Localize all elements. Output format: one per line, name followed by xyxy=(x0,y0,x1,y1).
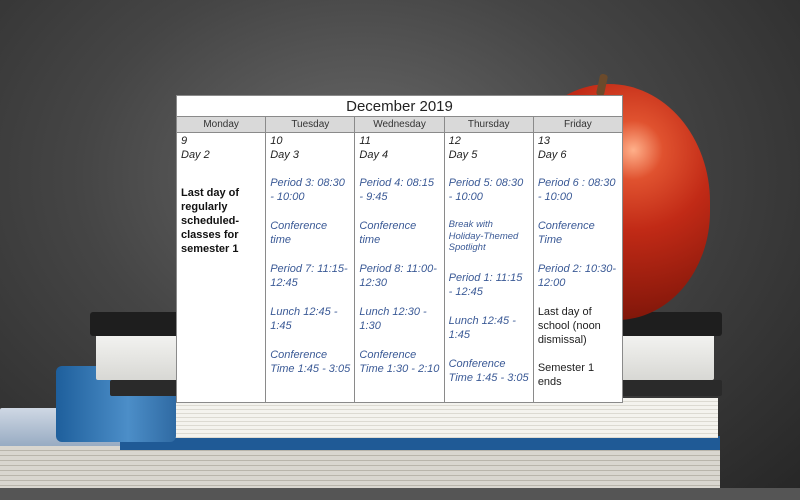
calendar-body: 9 Day 2 Last day of regularly scheduled-… xyxy=(177,133,622,403)
schedule-entry: Period 1: 11:15 - 12:45 xyxy=(448,271,523,298)
schedule-entry: Break with Holiday-Themed Spotlight xyxy=(448,219,519,253)
schedule-entry: Lunch 12:45 - 1:45 xyxy=(270,306,338,332)
schedule-entry: Conference time xyxy=(270,220,328,246)
cycle-day: Day 4 xyxy=(359,149,389,161)
schedule-entry: Period 3: 08:30 - 10:00 xyxy=(270,177,345,203)
day-column-tuesday: 10 Day 3 Period 3: 08:30 - 10:00 Confere… xyxy=(266,133,356,403)
weekday-friday: Friday xyxy=(564,119,592,130)
schedule-entry: Period 8: 11:00-12:30 xyxy=(359,263,437,289)
calendar-title: December 2019 xyxy=(177,96,622,117)
schedule-entry: Conference Time 1:45 - 3:05 xyxy=(448,357,529,384)
cycle-day: Day 3 xyxy=(270,149,299,161)
date-number: 10 xyxy=(270,135,283,147)
schedule-entry: Lunch 12:45 - 1:45 xyxy=(448,314,516,341)
day-column-thursday: 12 Day 5 Period 5: 08:30 - 10:00 Break w… xyxy=(445,133,534,403)
cycle-day: Day 5 xyxy=(448,149,478,161)
schedule-entry: Lunch 12:30 - 1:30 xyxy=(359,306,427,332)
schedule-entry: Conference Time 1:45 - 3:05 xyxy=(270,349,351,375)
date-number: 9 xyxy=(181,135,188,147)
event-note: Last day of school (noon dismissal) xyxy=(537,306,601,346)
day-column-friday: 13 Day 6 Period 6 : 08:30 - 10:00 Confer… xyxy=(534,133,622,403)
book-blue-edge xyxy=(120,436,720,450)
schedule-entry: Period 2: 10:30-12:00 xyxy=(537,263,617,289)
weekday-wednesday: Wednesday xyxy=(355,117,445,132)
schedule-entry: Period 5: 08:30 - 10:00 xyxy=(448,177,524,203)
weekday-monday: Monday xyxy=(177,117,267,132)
day-column-wednesday: 11 Day 4 Period 4: 08:15 - 9:45 Conferen… xyxy=(355,133,445,403)
date-number: 11 xyxy=(359,135,371,147)
day-column-monday: 9 Day 2 Last day of regularly scheduled-… xyxy=(177,133,267,403)
schedule-entry: Conference Time 1:30 - 2:10 xyxy=(359,349,440,375)
schedule-entry: Period 7: 11:15-12:45 xyxy=(270,263,348,289)
book-pages xyxy=(150,398,718,438)
schedule-entry: Conference time xyxy=(359,220,417,246)
schedule-entry: Conference Time xyxy=(537,220,595,246)
table-surface xyxy=(0,488,800,500)
weekday-header: Monday Tuesday Wednesday Thursday Friday xyxy=(177,117,622,133)
weekday-tuesday: Tuesday xyxy=(266,117,356,132)
schedule-entry: Period 4: 08:15 - 9:45 xyxy=(359,177,435,203)
cycle-day: Day 2 xyxy=(181,149,210,161)
weekday-thursday: Thursday xyxy=(445,117,534,132)
event-note: Last day of regularly scheduled-classes … xyxy=(181,187,240,255)
calendar-card: December 2019 Monday Tuesday Wednesday T… xyxy=(176,95,623,403)
event-note: Semester 1 ends xyxy=(537,362,595,388)
date-number: 13 xyxy=(537,135,551,147)
schedule-entry: Period 6 : 08:30 - 10:00 xyxy=(537,177,616,203)
date-number: 12 xyxy=(448,135,461,147)
cycle-day: Day 6 xyxy=(537,149,567,161)
